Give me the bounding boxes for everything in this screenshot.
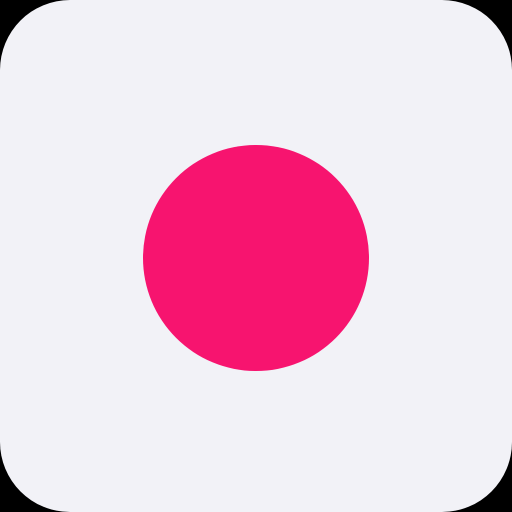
record-dot-icon: [143, 145, 369, 371]
app-icon[interactable]: [0, 0, 512, 512]
